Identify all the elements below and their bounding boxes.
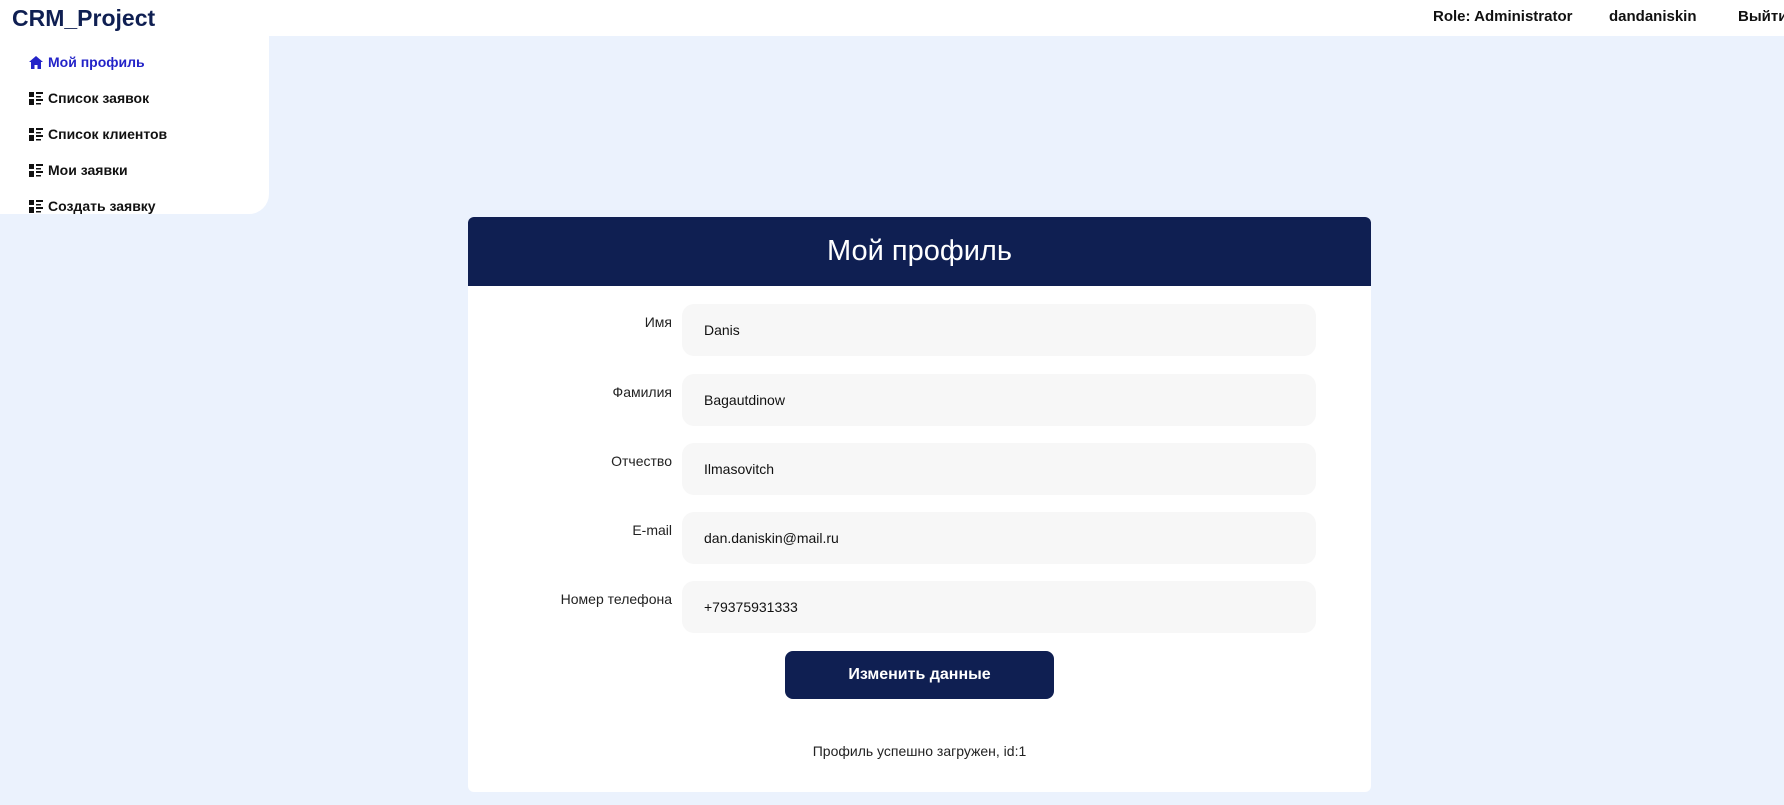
sidebar-item-create-request[interactable]: Создать заявку xyxy=(28,195,156,217)
sidebar-item-label: Мои заявки xyxy=(48,162,128,178)
form-row-patronymic: Отчество Ilmasovitch xyxy=(468,443,1371,495)
update-profile-button[interactable]: Изменить данные xyxy=(785,651,1054,699)
last-name-label: Фамилия xyxy=(612,384,672,400)
sidebar-item-my-profile[interactable]: Мой профиль xyxy=(28,51,145,73)
brand-logo[interactable]: CRM_Project xyxy=(12,5,155,32)
first-name-field[interactable]: Danis xyxy=(682,304,1316,356)
patronymic-label: Отчество xyxy=(611,453,672,469)
status-message: Профиль успешно загружен, id:1 xyxy=(812,743,1027,759)
list-icon xyxy=(28,127,44,141)
form-row-first-name: Имя Danis xyxy=(468,304,1371,356)
sidebar-item-label: Мой профиль xyxy=(48,54,145,70)
sidebar-item-clients-list[interactable]: Список клиентов xyxy=(28,123,167,145)
list-icon xyxy=(28,199,44,213)
first-name-label: Имя xyxy=(644,314,672,330)
profile-title: Мой профиль xyxy=(468,217,1371,286)
email-field[interactable]: dan.daniskin@mail.ru xyxy=(682,512,1316,564)
form-row-last-name: Фамилия Bagautdinow xyxy=(468,374,1371,426)
sidebar-item-label: Создать заявку xyxy=(48,198,156,214)
sidebar-item-requests-list[interactable]: Список заявок xyxy=(28,87,149,109)
role-label: Role: Administrator xyxy=(1433,8,1573,25)
sidebar-item-label: Список заявок xyxy=(48,90,150,106)
list-icon xyxy=(28,163,44,177)
list-icon xyxy=(28,91,44,105)
sidebar: Мой профиль Список заявок Список клиенто… xyxy=(0,36,269,214)
sidebar-item-label: Список клиентов xyxy=(48,126,168,142)
form-row-phone: Номер телефона +79375931333 xyxy=(468,581,1371,633)
home-icon xyxy=(28,55,44,69)
logout-link[interactable]: Выйти xyxy=(1738,8,1784,25)
email-label: E-mail xyxy=(632,522,672,538)
patronymic-field[interactable]: Ilmasovitch xyxy=(682,443,1316,495)
last-name-field[interactable]: Bagautdinow xyxy=(682,374,1316,426)
top-bar: CRM_Project Role: Administrator dandanis… xyxy=(0,0,1784,36)
form-row-email: E-mail dan.daniskin@mail.ru xyxy=(468,512,1371,564)
username-label: dandaniskin xyxy=(1609,8,1697,25)
phone-field[interactable]: +79375931333 xyxy=(682,581,1316,633)
sidebar-item-my-requests[interactable]: Мои заявки xyxy=(28,159,128,181)
profile-card: Мой профиль Имя Danis Фамилия Bagautdino… xyxy=(468,217,1371,792)
phone-label: Номер телефона xyxy=(560,591,672,607)
